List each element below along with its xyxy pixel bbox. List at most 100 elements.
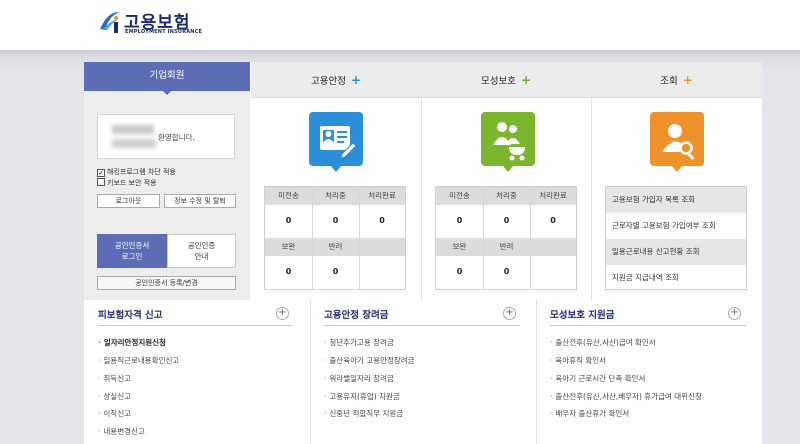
logo-icon	[100, 11, 120, 33]
edit-info-button[interactable]: 정보 수정 및 탈퇴	[164, 194, 236, 208]
welcome-text: 환영합니다.	[158, 133, 195, 142]
status-header-processing: 처리중	[483, 187, 530, 205]
list-item[interactable]: 일자리안정지원신청	[98, 337, 166, 348]
status-value-rejected[interactable]: 0	[483, 257, 530, 287]
status-header-completed: 처리완료	[359, 187, 405, 205]
more-plus-icon[interactable]: +	[503, 307, 516, 320]
status-header-empty	[530, 238, 576, 256]
section-divider	[536, 300, 537, 444]
section-title-employment-subsidy[interactable]: 고용안정 장려금	[324, 307, 389, 321]
list-item[interactable]: 워라밸일자리 장려금	[324, 373, 393, 384]
status-value-unsent[interactable]: 0	[265, 206, 312, 236]
list-item[interactable]: 취득신고	[98, 373, 131, 384]
keyboard-security-label: 키보드 보안 적용	[107, 179, 157, 187]
icon-pointer	[331, 166, 341, 172]
checkbox-checked-icon[interactable]: ✓	[97, 169, 105, 177]
section-rule	[550, 325, 746, 326]
section-divider	[310, 300, 311, 444]
hacking-block-option[interactable]: ✓ 해킹프로그램 차단 적용	[97, 167, 176, 178]
list-item[interactable]: 일용직근로내용확인신고	[98, 355, 179, 366]
member-tab[interactable]: 기업회원	[84, 62, 250, 91]
id-card-icon[interactable]	[309, 112, 363, 166]
bottom-area	[0, 300, 800, 444]
blurred-company-name	[112, 125, 154, 134]
inquiry-list: 고용보험 가입자 목록 조회 근로자별 고용보험 가입여부 조회 일용근로내용 …	[605, 186, 747, 290]
checkbox-icon[interactable]	[97, 178, 105, 186]
status-header-processing: 처리중	[312, 187, 359, 205]
column-divider	[421, 98, 422, 300]
status-header-rejected: 반려	[483, 238, 530, 256]
status-header-supplement: 보완	[265, 238, 312, 256]
section-title-maternity-subsidy[interactable]: 모성보호 지원금	[550, 307, 615, 321]
column-divider	[591, 98, 592, 300]
maternity-status-table: 미전송 처리중 처리완료 0 0 0 보완 반려 0 0	[435, 186, 577, 290]
status-value-processing[interactable]: 0	[312, 206, 359, 236]
status-value-supplement[interactable]: 0	[265, 257, 312, 287]
list-item[interactable]: 출산전후(유산,사산,배우자) 휴가급여 대위신청	[550, 391, 702, 402]
inquiry-item-insured-list[interactable]: 고용보험 가입자 목록 조회	[606, 187, 746, 213]
status-value-rejected[interactable]: 0	[312, 257, 359, 287]
cert-login-line1: 공인인증서	[114, 241, 150, 250]
list-item[interactable]: 신중년 적합직무 지원금	[324, 408, 403, 419]
cert-guide-line1: 공인인증	[187, 241, 216, 250]
welcome-box: 환영합니다.	[97, 114, 235, 159]
plus-icon[interactable]: +	[683, 73, 693, 87]
cert-login-line2: 로그인	[121, 252, 143, 261]
logout-button[interactable]: 로그아웃	[97, 194, 160, 208]
section-rule	[324, 325, 520, 326]
list-item[interactable]: 출산전후(유산,사산)급여 확인서	[550, 337, 655, 348]
inquiry-item-subsidy-payment[interactable]: 지원금 지급내역 조회	[606, 265, 746, 291]
list-item[interactable]: 출산육아기 고용안정장려금	[324, 355, 414, 366]
tab-inquiry-label: 조회	[660, 76, 678, 87]
status-value-unsent[interactable]: 0	[436, 206, 483, 236]
tab-maternity-label: 모성보호	[480, 76, 516, 87]
grid-line	[359, 187, 360, 289]
icon-pointer	[503, 166, 513, 172]
more-plus-icon[interactable]: +	[728, 307, 741, 320]
list-item[interactable]: 고용유지(휴업) 지원금	[324, 391, 399, 402]
tab-inquiry[interactable]: 조회 +	[591, 62, 762, 98]
status-header-rejected: 반려	[312, 238, 359, 256]
inquiry-item-daily-work-report[interactable]: 일용근로내용 신고현황 조회	[606, 239, 746, 265]
plus-icon[interactable]: +	[521, 73, 531, 87]
list-item[interactable]: 내용변경신고	[98, 426, 144, 437]
status-value-completed[interactable]: 0	[359, 206, 405, 236]
list-item[interactable]: 육아기 근로시간 단축 확인서	[550, 373, 645, 384]
member-box: 기업회원 환영합니다. ✓ 해킹프로그램 차단 적용 키보드 보안 적용 로그아웃…	[84, 62, 250, 300]
more-plus-icon[interactable]: +	[276, 307, 289, 320]
cert-guide-button[interactable]: 공인인증 안내	[167, 234, 236, 268]
tab-employment-label: 고용안정	[310, 76, 346, 87]
status-header-supplement: 보완	[436, 238, 483, 256]
status-header-completed: 처리완료	[530, 187, 576, 205]
icon-pointer	[672, 166, 682, 172]
grid-line	[483, 187, 484, 289]
section-rule	[98, 325, 292, 326]
cert-register-button[interactable]: 공인인증서 등록/변경	[97, 276, 236, 290]
status-value-processing[interactable]: 0	[483, 206, 530, 236]
plus-icon[interactable]: +	[351, 73, 361, 87]
inquiry-item-enrollment-check[interactable]: 근로자별 고용보험 가입여부 조회	[606, 213, 746, 239]
family-stroller-icon[interactable]	[481, 112, 535, 166]
status-value-completed[interactable]: 0	[530, 206, 576, 236]
list-item[interactable]: 청년추가고용 장려금	[324, 337, 393, 348]
list-item[interactable]: 이직신고	[98, 408, 131, 419]
list-item[interactable]: 상실신고	[98, 391, 131, 402]
cert-login-button[interactable]: 공인인증서 로그인	[97, 234, 167, 268]
status-value-supplement[interactable]: 0	[436, 257, 483, 287]
tab-employment-stability[interactable]: 고용안정 +	[251, 62, 421, 98]
user-search-icon[interactable]	[650, 112, 704, 166]
list-item[interactable]: 배우자 출산휴가 확인서	[550, 408, 629, 419]
tab-maternity-protection[interactable]: 모성보호 +	[421, 62, 591, 98]
grid-line	[312, 187, 313, 289]
status-header-unsent: 미전송	[436, 187, 483, 205]
logo-subtitle: EMPLOYMENT INSURANCE	[125, 29, 203, 35]
status-header-empty	[359, 238, 405, 256]
keyboard-security-option[interactable]: 키보드 보안 적용	[97, 178, 157, 189]
cert-guide-line2: 안내	[194, 252, 209, 261]
list-item[interactable]: 육아휴직 확인서	[550, 355, 606, 366]
employment-status-table: 미전송 처리중 처리완료 0 0 0 보완 반려 0 0	[264, 186, 406, 290]
status-header-unsent: 미전송	[265, 187, 312, 205]
blurred-user-name	[112, 139, 156, 148]
section-title-insured-qualification[interactable]: 피보험자격 신고	[98, 307, 163, 321]
hacking-block-label: 해킹프로그램 차단 적용	[107, 168, 176, 176]
